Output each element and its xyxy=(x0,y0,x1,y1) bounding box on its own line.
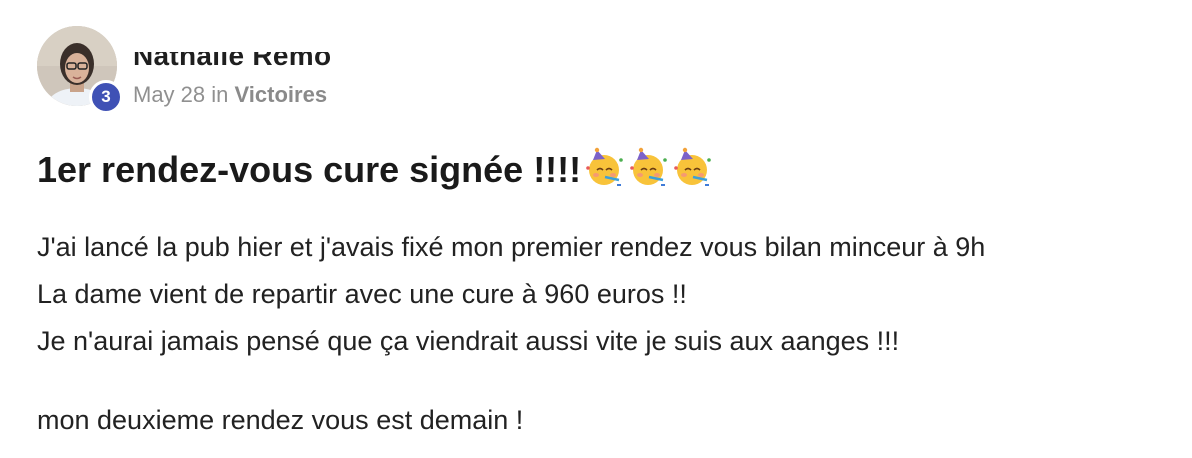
post-header: 3 Nathalie Remo May 28 in Victoires xyxy=(37,26,637,116)
post-meta: May 28 in Victoires xyxy=(133,82,327,108)
body-line: Je n'aurai jamais pensé que ça viendrait… xyxy=(37,326,900,356)
body-line: J'ai lancé la pub hier et j'avais fixé m… xyxy=(37,232,986,262)
meta-in-word: in xyxy=(211,82,229,107)
author-name[interactable]: Nathalie Remo xyxy=(133,50,343,66)
body-line: mon deuxieme rendez vous est demain ! xyxy=(37,405,524,435)
post-category-link[interactable]: Victoires xyxy=(235,82,328,107)
partying-face-icon xyxy=(627,146,669,188)
community-post: 3 Nathalie Remo May 28 in Victoires 1er … xyxy=(0,0,1192,458)
body-line: La dame vient de repartir avec une cure … xyxy=(37,279,687,309)
partying-face-icon xyxy=(671,146,713,188)
post-date: May 28 xyxy=(133,82,206,107)
post-title-text: 1er rendez-vous cure signée !!!! xyxy=(37,149,582,190)
post-body: J'ai lancé la pub hier et j'avais fixé m… xyxy=(37,224,1177,444)
partying-face-icon xyxy=(583,146,625,188)
post-title[interactable]: 1er rendez-vous cure signée !!!! xyxy=(37,146,713,194)
level-badge: 3 xyxy=(89,80,123,114)
